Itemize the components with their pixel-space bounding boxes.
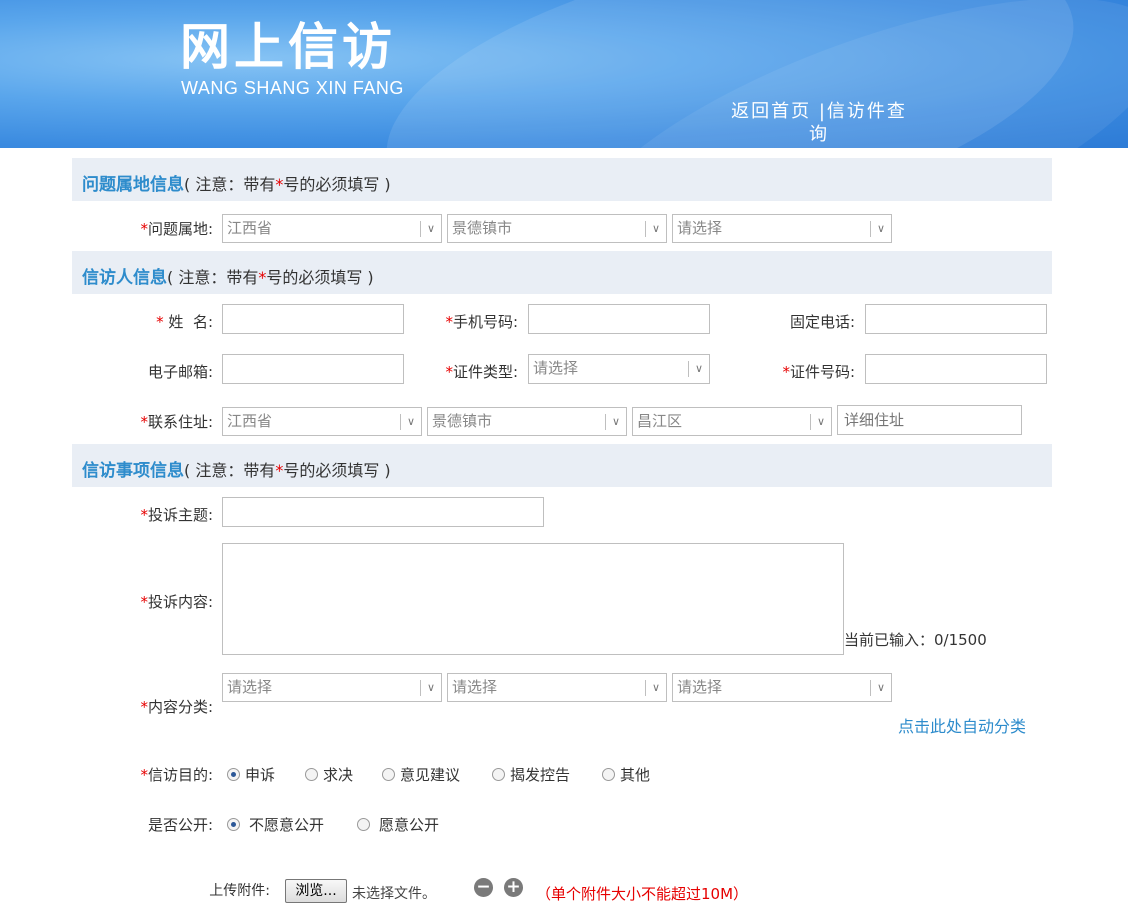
auto-classify-link[interactable]: 点击此处自动分类 xyxy=(898,713,1026,737)
chevron-down-icon: ∨ xyxy=(870,680,891,696)
section-title: 信访事项信息 xyxy=(82,461,184,481)
purpose-radio-appeal[interactable]: 申诉 xyxy=(227,764,275,785)
top-links: 返回首页 |信访件查询 xyxy=(724,100,914,146)
chevron-down-icon: ∨ xyxy=(645,680,666,696)
category-label: *内容分类: xyxy=(140,698,213,716)
section-petitioner-header: 信访人信息( 注意：带有*号的必须填写 ) xyxy=(72,251,1052,294)
site-title: 网上信访 xyxy=(180,18,396,76)
radio-icon xyxy=(602,768,615,781)
address-detail-input[interactable] xyxy=(837,405,1022,435)
radio-icon xyxy=(305,768,318,781)
link-separator: | xyxy=(818,101,827,122)
radio-icon xyxy=(382,768,395,781)
no-file-text: 未选择文件。 xyxy=(352,886,436,902)
radio-icon xyxy=(357,818,370,831)
attach-size-note: （单个附件大小不能超过10M） xyxy=(536,885,749,903)
purpose-radio-suggestion[interactable]: 意见建议 xyxy=(382,764,460,785)
phone-label: 固定电话: xyxy=(789,313,855,331)
content-textarea[interactable] xyxy=(222,543,844,655)
id-number-input[interactable] xyxy=(865,354,1047,384)
add-attachment-icon[interactable]: + xyxy=(504,878,523,897)
category-2-select[interactable]: 请选择 ∨ xyxy=(447,673,667,702)
section-note: ( 注意：带有*号的必须填写 ) xyxy=(184,175,391,194)
site-subtitle: WANG SHANG XIN FANG xyxy=(181,78,404,98)
chevron-down-icon: ∨ xyxy=(420,221,441,237)
location-district-select[interactable]: 请选择 ∨ xyxy=(672,214,892,243)
id-type-label: *证件类型: xyxy=(445,363,518,381)
email-input[interactable] xyxy=(222,354,404,384)
header-banner: 网上信访 WANG SHANG XIN FANG 返回首页 |信访件查询 xyxy=(0,0,1128,148)
content-label: *投诉内容: xyxy=(140,593,213,611)
chevron-down-icon: ∨ xyxy=(870,221,891,237)
public-label: 是否公开: xyxy=(147,816,213,834)
public-radio-yes[interactable]: 愿意公开 xyxy=(357,814,439,835)
chevron-down-icon: ∨ xyxy=(400,414,421,430)
name-label: * 姓 名: xyxy=(156,313,213,331)
purpose-radio-report[interactable]: 揭发控告 xyxy=(492,764,570,785)
chevron-down-icon: ∨ xyxy=(810,414,831,430)
remove-attachment-icon[interactable]: − xyxy=(474,878,493,897)
section-matter-header: 信访事项信息( 注意：带有*号的必须填写 ) xyxy=(72,444,1052,487)
mobile-label: *手机号码: xyxy=(445,313,518,331)
mobile-input[interactable] xyxy=(528,304,710,334)
char-counter: 当前已输入：0/1500 xyxy=(844,631,987,649)
radio-selected-icon xyxy=(227,818,240,831)
location-label: *问题属地: xyxy=(140,220,213,238)
address-city-select[interactable]: 景德镇市 ∨ xyxy=(427,407,627,436)
section-note: ( 注意：带有*号的必须填写 ) xyxy=(184,461,391,480)
chevron-down-icon: ∨ xyxy=(420,680,441,696)
category-3-select[interactable]: 请选择 ∨ xyxy=(672,673,892,702)
purpose-label: *信访目的: xyxy=(140,766,213,784)
location-city-select[interactable]: 景德镇市 ∨ xyxy=(447,214,667,243)
home-link[interactable]: 返回首页 xyxy=(731,101,811,122)
purpose-radio-other[interactable]: 其他 xyxy=(602,764,650,785)
radio-selected-icon xyxy=(227,768,240,781)
chevron-down-icon: ∨ xyxy=(605,414,626,430)
section-note: ( 注意：带有*号的必须填写 ) xyxy=(167,268,374,287)
category-1-select[interactable]: 请选择 ∨ xyxy=(222,673,442,702)
attach-label: 上传附件: xyxy=(209,883,270,899)
public-radio-no[interactable]: 不愿意公开 xyxy=(227,814,324,835)
subject-label: *投诉主题: xyxy=(140,506,213,524)
email-label: 电子邮箱: xyxy=(147,363,213,381)
id-type-select[interactable]: 请选择 ∨ xyxy=(528,354,710,384)
name-input[interactable] xyxy=(222,304,404,334)
browse-button[interactable]: 浏览... xyxy=(285,879,347,903)
subject-input[interactable] xyxy=(222,497,544,527)
address-label: *联系住址: xyxy=(140,413,213,431)
section-location-header: 问题属地信息( 注意：带有*号的必须填写 ) xyxy=(72,158,1052,201)
purpose-radio-request[interactable]: 求决 xyxy=(305,764,353,785)
phone-input[interactable] xyxy=(865,304,1047,334)
chevron-down-icon: ∨ xyxy=(688,361,709,377)
section-title: 信访人信息 xyxy=(82,268,167,288)
section-title: 问题属地信息 xyxy=(82,175,184,195)
chevron-down-icon: ∨ xyxy=(645,221,666,237)
id-number-label: *证件号码: xyxy=(782,363,855,381)
location-province-select[interactable]: 江西省 ∨ xyxy=(222,214,442,243)
address-province-select[interactable]: 江西省 ∨ xyxy=(222,407,422,436)
address-district-select[interactable]: 昌江区 ∨ xyxy=(632,407,832,436)
radio-icon xyxy=(492,768,505,781)
